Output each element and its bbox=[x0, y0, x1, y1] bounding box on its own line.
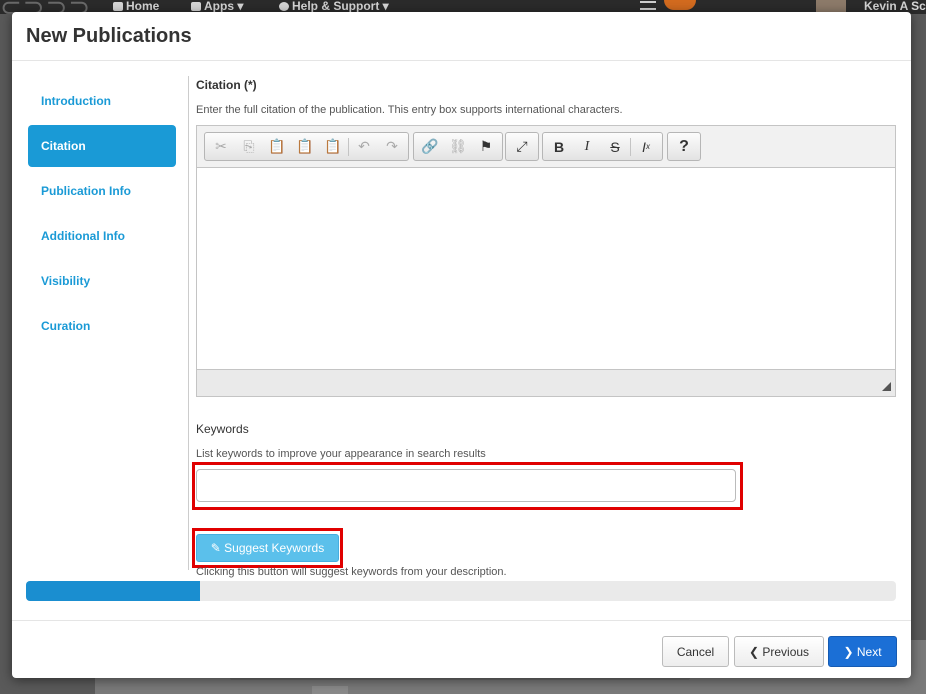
strikethrough-icon[interactable]: S bbox=[601, 134, 629, 159]
modal-header: New Publications bbox=[12, 12, 911, 61]
grid-icon bbox=[191, 2, 201, 11]
toolbar-group-tools: ⤢ bbox=[505, 132, 539, 161]
modal-title: New Publications bbox=[26, 25, 192, 47]
citation-label: Citation (*) bbox=[196, 78, 257, 92]
bold-icon[interactable]: B bbox=[545, 134, 573, 159]
resize-handle-icon[interactable] bbox=[882, 382, 891, 391]
remove-format-icon[interactable]: Ix bbox=[632, 134, 660, 159]
toolbar-group-about: ? bbox=[667, 132, 701, 161]
toolbar-group-formatting: B I S Ix bbox=[542, 132, 663, 161]
paste-icon[interactable]: 📋 bbox=[263, 134, 291, 159]
toolbar-group-links: 🔗 ⛓ ⚑ bbox=[413, 132, 503, 161]
editor-status-bar bbox=[197, 369, 895, 396]
previous-button[interactable]: ❮ Previous bbox=[734, 636, 824, 667]
citation-form: Citation (*) Enter the full citation of … bbox=[192, 78, 896, 578]
sidebar-divider bbox=[188, 76, 189, 570]
wizard-progress-fill bbox=[26, 581, 200, 601]
suggest-keywords-help: Clicking this button will suggest keywor… bbox=[196, 566, 507, 578]
previous-label: Previous bbox=[762, 644, 810, 659]
sidebar-item-curation[interactable]: Curation bbox=[28, 305, 176, 347]
next-button[interactable]: ❯ Next bbox=[828, 636, 897, 667]
suggest-keywords-label: Suggest Keywords bbox=[224, 541, 325, 555]
sidebar-item-introduction[interactable]: Introduction bbox=[28, 80, 176, 122]
keywords-help: List keywords to improve your appearance… bbox=[196, 448, 486, 460]
background-content-box bbox=[312, 686, 348, 694]
redo-icon[interactable]: ↷ bbox=[378, 134, 406, 159]
unlink-icon[interactable]: ⛓ bbox=[444, 134, 472, 159]
citation-editor: ✂ ⎘ 📋 📋 📋 ↶ ↷ 🔗 ⛓ ⚑ ⤢ B I S I x ? bbox=[196, 125, 896, 397]
step-sidebar: Introduction Citation Publication Info A… bbox=[28, 80, 176, 350]
cut-icon[interactable]: ✂ bbox=[207, 134, 235, 159]
wizard-progress-bar bbox=[26, 581, 896, 601]
sidebar-item-publication-info[interactable]: Publication Info bbox=[28, 170, 176, 212]
suggest-keywords-button[interactable]: ✎ Suggest Keywords bbox=[196, 534, 339, 562]
keywords-input[interactable] bbox=[196, 469, 736, 502]
paste-text-icon[interactable]: 📋 bbox=[291, 134, 319, 159]
toolbar-group-clipboard: ✂ ⎘ 📋 📋 📋 ↶ ↷ bbox=[204, 132, 409, 161]
italic-icon[interactable]: I bbox=[573, 134, 601, 159]
background-notification-badge bbox=[664, 0, 696, 10]
question-icon bbox=[279, 2, 289, 11]
next-label: Next bbox=[856, 644, 882, 659]
modal-footer: Cancel ❮ Previous ❯ Next bbox=[12, 620, 911, 678]
link-icon[interactable]: 🔗 bbox=[416, 134, 444, 159]
help-icon[interactable]: ? bbox=[670, 134, 698, 159]
cancel-button[interactable]: Cancel bbox=[662, 636, 729, 667]
toolbar-separator bbox=[348, 137, 349, 156]
background-avatar bbox=[816, 0, 846, 12]
chevron-left-icon: ❮ bbox=[748, 644, 760, 659]
keywords-label: Keywords bbox=[196, 422, 249, 436]
toolbar-separator bbox=[630, 137, 631, 156]
anchor-icon[interactable]: ⚑ bbox=[472, 134, 500, 159]
new-publication-modal: New Publications Introduction Citation P… bbox=[12, 12, 911, 678]
citation-help: Enter the full citation of the publicati… bbox=[196, 104, 623, 116]
maximize-icon[interactable]: ⤢ bbox=[508, 134, 536, 159]
sidebar-item-visibility[interactable]: Visibility bbox=[28, 260, 176, 302]
chevron-right-icon: ❯ bbox=[843, 644, 854, 659]
wand-icon: ✎ bbox=[210, 541, 221, 555]
undo-icon[interactable]: ↶ bbox=[350, 134, 378, 159]
background-menu-icon bbox=[640, 1, 656, 10]
citation-editor-area[interactable] bbox=[197, 168, 895, 368]
editor-toolbar: ✂ ⎘ 📋 📋 📋 ↶ ↷ 🔗 ⛓ ⚑ ⤢ B I S I x ? bbox=[197, 126, 895, 168]
sidebar-item-additional-info[interactable]: Additional Info bbox=[28, 215, 176, 257]
paste-word-icon[interactable]: 📋 bbox=[319, 134, 347, 159]
home-icon bbox=[113, 2, 123, 11]
copy-icon[interactable]: ⎘ bbox=[235, 134, 263, 159]
sidebar-item-citation[interactable]: Citation bbox=[28, 125, 176, 167]
